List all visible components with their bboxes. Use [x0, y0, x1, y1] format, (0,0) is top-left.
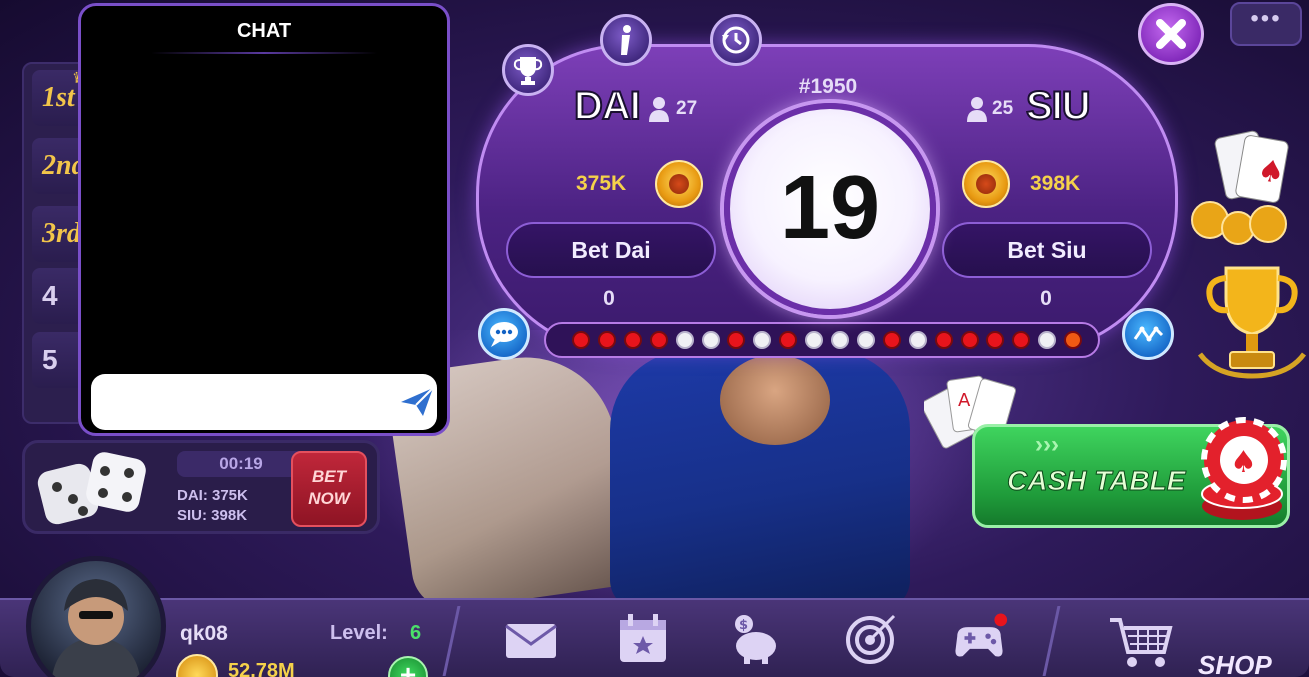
player-count-icon: [967, 97, 987, 122]
rank-label: 4: [42, 280, 58, 311]
dai-bet-amount: 0: [603, 287, 615, 310]
mini-dai-total: DAI: 375K: [177, 487, 248, 504]
chat-title: CHAT: [236, 20, 292, 42]
mini-timer: 00:19: [177, 451, 305, 477]
level-label: Level:: [330, 622, 388, 644]
history-dot-red: [597, 331, 616, 349]
dai-pot: 375K: [576, 172, 627, 195]
chat-input[interactable]: [91, 374, 437, 430]
history-dot-white: [675, 331, 694, 349]
dai-side-name: DAI: [573, 83, 642, 129]
level-value: 6: [410, 622, 422, 644]
trophy-icon: [513, 57, 543, 85]
bet-now-label-2: NOW: [308, 489, 350, 508]
mail-icon[interactable]: [502, 612, 560, 664]
round-id: #1950: [798, 75, 858, 98]
cash-table-label: CASH TABLE: [1006, 465, 1186, 497]
send-icon[interactable]: [399, 386, 435, 418]
shop-label[interactable]: SHOP: [1198, 650, 1272, 677]
leaderboard-button[interactable]: [502, 44, 554, 96]
background-dancer-skin: [720, 355, 830, 445]
history-dot-red: [960, 331, 979, 349]
history-dot-red: [623, 331, 642, 349]
mini-siu-total: SIU: 398K: [177, 507, 248, 524]
piggy-bank-icon[interactable]: $: [726, 612, 784, 664]
close-button[interactable]: [1138, 3, 1204, 65]
dice-icon: [37, 452, 146, 525]
calendar-icon[interactable]: [614, 612, 672, 664]
history-dot-white: [856, 331, 875, 349]
history-dot-red: [934, 331, 953, 349]
chat-toggle-button[interactable]: [478, 308, 530, 360]
countdown-value: 19: [779, 158, 881, 258]
rank-label: 3rd: [42, 218, 81, 249]
more-menu-button[interactable]: •••: [1230, 2, 1302, 46]
bet-siu-button[interactable]: Bet Siu: [942, 222, 1152, 278]
card-deck-icon[interactable]: ♠: [1180, 128, 1298, 246]
svg-text:♠: ♠: [1255, 153, 1288, 192]
info-button[interactable]: [600, 14, 652, 66]
player-count-icon: [649, 97, 669, 122]
chat-bubble-icon: [490, 322, 518, 347]
cash-table-arrows: ›››: [1035, 431, 1059, 458]
countdown-circle: 19: [724, 103, 936, 315]
history-dot-red: [572, 331, 590, 349]
siu-pot: 398K: [1030, 172, 1081, 195]
coin-icon: [962, 160, 1010, 208]
more-dots-icon: •••: [1250, 5, 1282, 32]
trophy-decoration-icon[interactable]: [1196, 258, 1308, 382]
info-icon: [621, 25, 631, 55]
bet-now-label-1: BET: [312, 467, 346, 486]
history-dot-white: [831, 331, 849, 349]
dai-player-count: 27: [676, 98, 698, 119]
plus-icon: +: [399, 659, 417, 677]
game-screen: ♠ A ››› CASH TABLE ♠ ♛ 1st 2nd: [0, 0, 1309, 677]
rank-label: 1st: [42, 82, 75, 113]
bet-now-button[interactable]: BET NOW: [291, 451, 367, 527]
bet-dai-button[interactable]: Bet Dai: [506, 222, 716, 278]
mini-bet-widget[interactable]: 00:19 DAI: 375K SIU: 398K BET NOW: [22, 440, 380, 534]
history-dot-white: [908, 331, 927, 349]
poker-chip-icon: ♠: [1201, 417, 1287, 520]
target-icon[interactable]: [842, 612, 900, 664]
close-icon: [1156, 19, 1186, 49]
cart-icon[interactable]: [1108, 612, 1174, 670]
siu-side-name: SIU: [1025, 83, 1092, 129]
siu-bet-amount: 0: [1040, 287, 1052, 310]
chat-title-divider: [151, 52, 377, 54]
avatar[interactable]: [26, 556, 166, 677]
rank-label: 5: [42, 344, 58, 375]
history-dot-red: [882, 331, 901, 349]
gamepad-icon[interactable]: [950, 612, 1008, 664]
history-icon: [722, 26, 750, 54]
username: qk08: [180, 622, 228, 645]
history-button[interactable]: [710, 14, 762, 66]
svg-text:♠: ♠: [1230, 445, 1257, 480]
player-avatar-image: [52, 579, 140, 677]
history-dot-white: [701, 331, 720, 349]
history-dot-white: [805, 331, 824, 349]
trend-button[interactable]: [1122, 308, 1174, 360]
svg-text:$: $: [739, 618, 748, 633]
history-dot-orange: [1064, 331, 1083, 349]
chat-panel: CHAT: [78, 3, 450, 436]
trend-icon: [1133, 326, 1164, 342]
balance: 52.78M: [228, 660, 295, 677]
coin-icon: [655, 160, 703, 208]
svg-text:A: A: [958, 390, 971, 411]
history-dot-red: [649, 331, 668, 349]
siu-player-count: 25: [992, 98, 1014, 119]
